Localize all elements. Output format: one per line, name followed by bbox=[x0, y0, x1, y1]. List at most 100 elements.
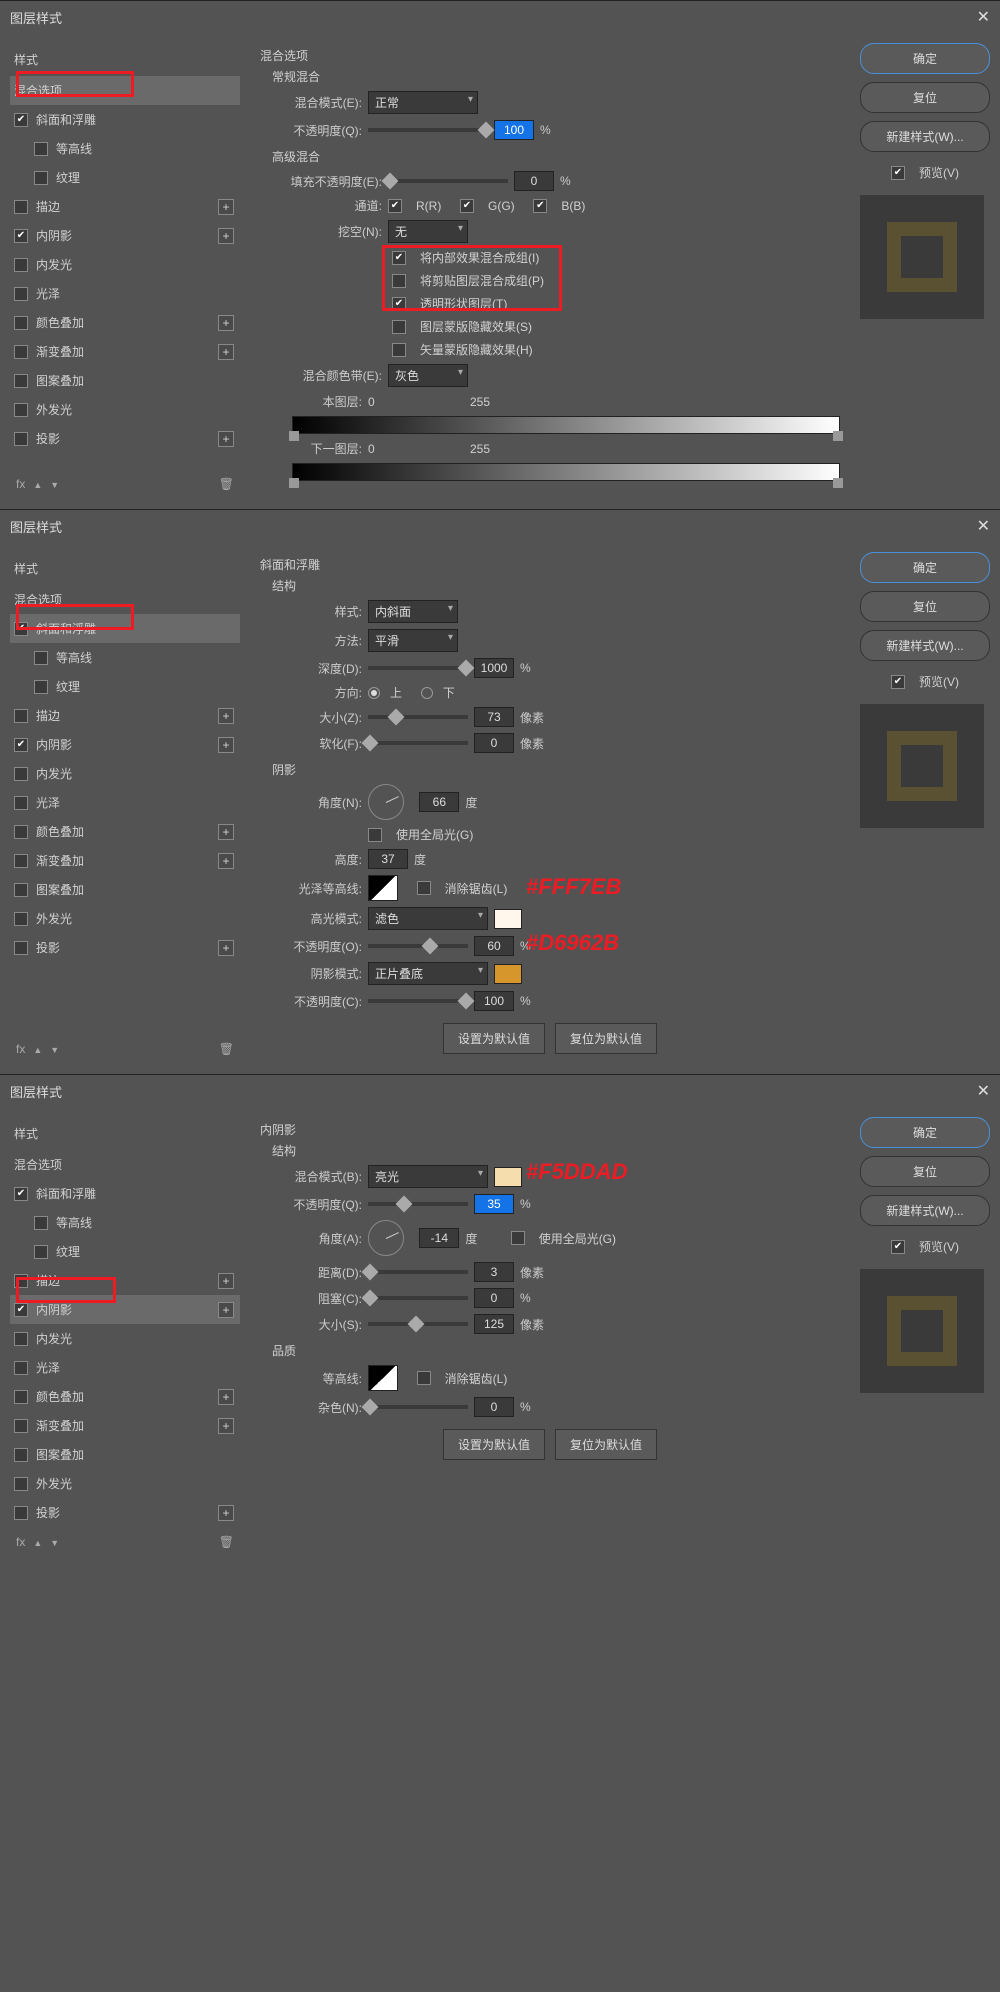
fx-menu[interactable]: fx bbox=[16, 477, 25, 491]
distance-slider[interactable] bbox=[368, 1270, 468, 1274]
new-style-button[interactable]: 新建样式(W)... bbox=[860, 1195, 990, 1226]
style-inner-shadow[interactable]: 内阴影+ bbox=[10, 1295, 240, 1324]
style-contour[interactable]: 等高线 bbox=[10, 1208, 240, 1237]
style-blending-options[interactable]: 混合选项 bbox=[10, 585, 240, 614]
checkbox-icon[interactable] bbox=[14, 200, 28, 214]
contour-swatch[interactable] bbox=[368, 1365, 398, 1391]
antialias-checkbox[interactable] bbox=[417, 1371, 431, 1385]
preview-checkbox[interactable] bbox=[891, 1240, 905, 1254]
style-outer-glow[interactable]: 外发光 bbox=[10, 395, 240, 424]
checkbox-icon[interactable] bbox=[14, 432, 28, 446]
shadow-opacity-slider[interactable] bbox=[368, 999, 468, 1003]
style-color-overlay[interactable]: 颜色叠加+ bbox=[10, 1382, 240, 1411]
style-texture[interactable]: 纹理 bbox=[10, 163, 240, 192]
checkbox-icon[interactable] bbox=[14, 316, 28, 330]
add-icon[interactable]: + bbox=[218, 708, 234, 724]
shadow-mode-select[interactable]: 正片叠底 bbox=[368, 962, 488, 985]
depth-value[interactable]: 1000 bbox=[474, 658, 514, 678]
close-icon[interactable]: ✕ bbox=[977, 516, 990, 536]
style-color-overlay[interactable]: 颜色叠加+ bbox=[10, 308, 240, 337]
style-drop-shadow[interactable]: 投影+ bbox=[10, 1498, 240, 1527]
new-style-button[interactable]: 新建样式(W)... bbox=[860, 121, 990, 152]
depth-slider[interactable] bbox=[368, 666, 468, 670]
gloss-contour-swatch[interactable] bbox=[368, 875, 398, 901]
style-stroke[interactable]: 描边+ bbox=[10, 1266, 240, 1295]
style-satin[interactable]: 光泽 bbox=[10, 279, 240, 308]
technique-select[interactable]: 平滑 bbox=[368, 629, 458, 652]
reset-default-button[interactable]: 复位为默认值 bbox=[555, 1023, 657, 1054]
set-default-button[interactable]: 设置为默认值 bbox=[443, 1023, 545, 1054]
opacity-value[interactable]: 35 bbox=[474, 1194, 514, 1214]
add-icon[interactable]: + bbox=[218, 431, 234, 447]
opt-checkbox[interactable] bbox=[392, 274, 406, 288]
highlight-opacity-slider[interactable] bbox=[368, 944, 468, 948]
close-icon[interactable]: ✕ bbox=[977, 1081, 990, 1101]
add-icon[interactable]: + bbox=[218, 1302, 234, 1318]
preview-checkbox[interactable] bbox=[891, 675, 905, 689]
channel-b-checkbox[interactable] bbox=[533, 199, 547, 213]
soften-value[interactable]: 0 bbox=[474, 733, 514, 753]
global-light-checkbox[interactable] bbox=[511, 1231, 525, 1245]
angle-value[interactable]: -14 bbox=[419, 1228, 459, 1248]
shadow-color-swatch[interactable] bbox=[494, 964, 522, 984]
fill-opacity-value[interactable]: 0 bbox=[514, 171, 554, 191]
style-color-overlay[interactable]: 颜色叠加+ bbox=[10, 817, 240, 846]
opacity-value[interactable]: 100 bbox=[494, 120, 534, 140]
opt-checkbox[interactable] bbox=[392, 343, 406, 357]
trash-icon[interactable]: 🗑 bbox=[219, 1535, 234, 1549]
move-up-icon[interactable] bbox=[33, 1535, 42, 1549]
close-icon[interactable]: ✕ bbox=[977, 7, 990, 27]
checkbox-icon[interactable] bbox=[14, 403, 28, 417]
style-satin[interactable]: 光泽 bbox=[10, 788, 240, 817]
soften-slider[interactable] bbox=[368, 741, 468, 745]
blend-mode-select[interactable]: 正常 bbox=[368, 91, 478, 114]
set-default-button[interactable]: 设置为默认值 bbox=[443, 1429, 545, 1460]
noise-value[interactable]: 0 bbox=[474, 1397, 514, 1417]
style-blending-options[interactable]: 混合选项 bbox=[10, 1150, 240, 1179]
checkbox-icon[interactable] bbox=[14, 287, 28, 301]
this-layer-gradient[interactable] bbox=[292, 416, 840, 434]
ok-button[interactable]: 确定 bbox=[860, 1117, 990, 1148]
style-outer-glow[interactable]: 外发光 bbox=[10, 904, 240, 933]
reset-default-button[interactable]: 复位为默认值 bbox=[555, 1429, 657, 1460]
checkbox-icon[interactable] bbox=[34, 142, 48, 156]
style-gradient-overlay[interactable]: 渐变叠加+ bbox=[10, 1411, 240, 1440]
add-icon[interactable]: + bbox=[218, 824, 234, 840]
move-up-icon[interactable] bbox=[33, 1042, 42, 1056]
bevel-style-select[interactable]: 内斜面 bbox=[368, 600, 458, 623]
trash-icon[interactable]: 🗑 bbox=[219, 477, 234, 491]
ok-button[interactable]: 确定 bbox=[860, 43, 990, 74]
add-icon[interactable]: + bbox=[218, 344, 234, 360]
style-inner-shadow[interactable]: 内阴影+ bbox=[10, 730, 240, 759]
fx-menu[interactable]: fx bbox=[16, 1042, 25, 1056]
style-gradient-overlay[interactable]: 渐变叠加+ bbox=[10, 846, 240, 875]
ok-button[interactable]: 确定 bbox=[860, 552, 990, 583]
style-contour[interactable]: 等高线 bbox=[10, 134, 240, 163]
highlight-mode-select[interactable]: 滤色 bbox=[368, 907, 488, 930]
style-blending-options[interactable]: 混合选项 bbox=[10, 76, 240, 105]
shadow-opacity-value[interactable]: 100 bbox=[474, 991, 514, 1011]
choke-slider[interactable] bbox=[368, 1296, 468, 1300]
checkbox-icon[interactable] bbox=[14, 622, 28, 636]
style-inner-glow[interactable]: 内发光 bbox=[10, 1324, 240, 1353]
under-layer-gradient[interactable] bbox=[292, 463, 840, 481]
checkbox-icon[interactable] bbox=[34, 171, 48, 185]
new-style-button[interactable]: 新建样式(W)... bbox=[860, 630, 990, 661]
style-pattern-overlay[interactable]: 图案叠加 bbox=[10, 875, 240, 904]
style-bevel[interactable]: 斜面和浮雕 bbox=[10, 105, 240, 134]
opacity-slider[interactable] bbox=[368, 1202, 468, 1206]
size-value[interactable]: 125 bbox=[474, 1314, 514, 1334]
style-texture[interactable]: 纹理 bbox=[10, 672, 240, 701]
move-up-icon[interactable] bbox=[33, 477, 42, 491]
add-icon[interactable]: + bbox=[218, 853, 234, 869]
angle-dial[interactable] bbox=[368, 784, 404, 820]
style-drop-shadow[interactable]: 投影+ bbox=[10, 933, 240, 962]
style-inner-shadow[interactable]: 内阴影+ bbox=[10, 221, 240, 250]
opt-checkbox[interactable] bbox=[392, 297, 406, 311]
altitude-value[interactable]: 37 bbox=[368, 849, 408, 869]
blend-mode-select[interactable]: 亮光 bbox=[368, 1165, 488, 1188]
noise-slider[interactable] bbox=[368, 1405, 468, 1409]
style-texture[interactable]: 纹理 bbox=[10, 1237, 240, 1266]
preview-checkbox[interactable] bbox=[891, 166, 905, 180]
style-gradient-overlay[interactable]: 渐变叠加+ bbox=[10, 337, 240, 366]
